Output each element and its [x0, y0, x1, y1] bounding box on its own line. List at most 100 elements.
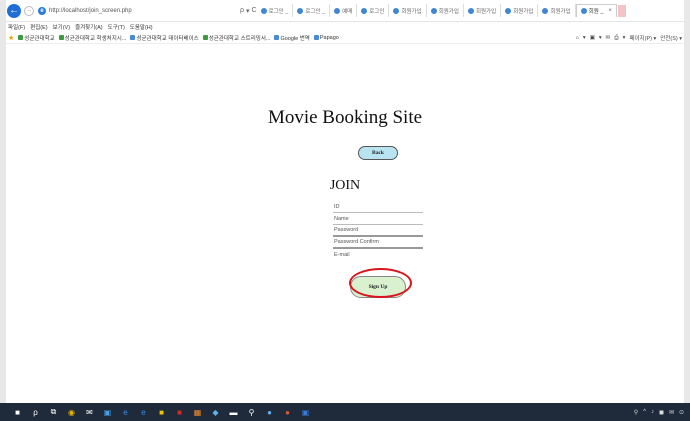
browser-tab[interactable]: 회원가입: [501, 4, 539, 17]
ie-logo-icon: e: [38, 6, 46, 15]
tab-ie-icon: [430, 7, 437, 14]
favorites-bar: ★ 성균관대학교 성균관대학교 학생처지시... 성균관대학교 데이터베이스 성…: [6, 32, 684, 44]
url-bar[interactable]: e http://localhost/join_screen.php: [38, 4, 238, 18]
highlight-annotation-ring: [349, 268, 412, 298]
tab-strip: 로그인 _ 로그인 _ 예매 로그인 회원가입 회원가입 회원가입 회원가입 회…: [257, 4, 626, 18]
favorites-star-icon[interactable]: ★: [8, 34, 14, 42]
browser-tab-active[interactable]: 회원 _ ×: [575, 4, 617, 17]
calculator-icon[interactable]: ▦: [193, 408, 202, 417]
message-icon[interactable]: ✉: [669, 409, 674, 416]
browser-tab[interactable]: 회원가입: [538, 4, 576, 17]
show-hidden-icon[interactable]: ^: [643, 409, 646, 415]
sticky-notes-icon[interactable]: ■: [157, 408, 166, 417]
menu-favorites[interactable]: 즐겨찾기(A): [75, 23, 103, 31]
site-icon: [274, 35, 280, 40]
browser-tab[interactable]: 예매: [330, 4, 358, 17]
site-icon: [313, 35, 319, 40]
site-icon: [58, 35, 64, 40]
site-icon: [130, 35, 136, 40]
system-tray: ⚲ ^ ♪ ◼ ✉ ⊙: [634, 403, 684, 421]
tab-ie-icon: [334, 7, 341, 14]
favorite-link[interactable]: 성균관대학교 학생처지시...: [58, 34, 126, 42]
tab-ie-icon: [467, 7, 474, 14]
site-title: Movie Booking Site: [267, 107, 423, 128]
browser-tab[interactable]: 회원가입: [464, 4, 502, 17]
menu-edit[interactable]: 편집(E): [30, 23, 47, 31]
tab-ie-icon: [505, 7, 512, 14]
battery-icon[interactable]: ◼: [659, 409, 664, 416]
url-text[interactable]: http://localhost/join_screen.php: [49, 8, 132, 14]
site-icon: [18, 35, 24, 40]
url-controls: ρ ▾ C: [240, 7, 257, 15]
menu-bar: 파일(F) 편집(E) 보기(V) 즐겨찾기(A) 도구(T) 도움말(H): [6, 22, 684, 32]
email-field[interactable]: E-mail: [333, 249, 423, 261]
browser-tab[interactable]: 회원가입: [427, 4, 464, 17]
home-dropdown[interactable]: ▾: [583, 35, 586, 41]
favorite-link[interactable]: Papago: [313, 35, 339, 41]
store-icon[interactable]: ▣: [103, 408, 112, 417]
browser-tab[interactable]: 로그인 _: [293, 4, 331, 17]
password-field[interactable]: Password: [333, 225, 423, 237]
safety-menu[interactable]: 안전(S) ▾: [660, 34, 682, 42]
close-tab-icon[interactable]: ×: [608, 8, 612, 14]
tab-ie-icon: [580, 8, 587, 14]
page-menu[interactable]: 페이지(P) ▾: [629, 34, 656, 42]
tab-ie-icon: [393, 7, 400, 14]
taskbar-icons: ■ ρ ⧉ ◉ ✉ ▣ e e ■ ■ ▦ ◆ ▬ ⚲ ● ● ▣: [13, 407, 310, 417]
menu-tools[interactable]: 도구(T): [108, 23, 125, 31]
magnifier-icon[interactable]: ⚲: [247, 408, 256, 417]
dropdown-icon[interactable]: ▾: [246, 7, 250, 15]
menu-help[interactable]: 도움말(H): [130, 23, 153, 31]
terminal-icon[interactable]: ▬: [229, 408, 238, 417]
favorite-link[interactable]: 성균관대학교: [18, 34, 55, 42]
favorite-link[interactable]: 성균관대학교 스트리밍서...: [202, 34, 270, 42]
people-icon[interactable]: ⚲: [634, 409, 638, 416]
mail-icon[interactable]: ✉: [85, 408, 94, 417]
browser-tab[interactable]: 로그인 _: [257, 4, 294, 17]
id-field[interactable]: ID: [333, 201, 423, 213]
site-icon: [202, 35, 208, 40]
menu-file[interactable]: 파일(F): [8, 23, 25, 31]
windows-taskbar: ■ ρ ⧉ ◉ ✉ ▣ e e ■ ■ ▦ ◆ ▬ ⚲ ● ● ▣ ⚲ ^ ♪ …: [0, 403, 690, 421]
page-content: Movie Booking Site Back JOIN ID Name Pas…: [6, 45, 684, 403]
join-heading: JOIN: [329, 178, 361, 193]
print-dropdown[interactable]: ▾: [623, 35, 626, 41]
mail-icon[interactable]: ✉: [606, 35, 611, 41]
app-icon[interactable]: ●: [265, 408, 274, 417]
notification-icon[interactable]: ⊙: [679, 409, 684, 416]
print-icon[interactable]: ⎙: [614, 35, 618, 42]
acrobat-icon[interactable]: ■: [175, 408, 184, 417]
word-icon[interactable]: ▣: [301, 408, 310, 417]
new-tab-button[interactable]: [617, 4, 626, 17]
task-view-icon[interactable]: ⧉: [49, 407, 58, 417]
browser-window: ← → e http://localhost/join_screen.php ρ…: [6, 0, 684, 403]
tab-ie-icon: [542, 7, 549, 14]
volume-icon[interactable]: ♪: [651, 409, 654, 415]
chrome-icon[interactable]: ◉: [67, 408, 76, 417]
back-arrow-icon[interactable]: ←: [7, 3, 21, 18]
feeds-dropdown[interactable]: ▾: [599, 35, 602, 41]
browser-tab[interactable]: 회원가입: [389, 4, 427, 17]
back-button[interactable]: Back: [358, 146, 398, 160]
search-icon[interactable]: ρ: [31, 408, 40, 417]
edge-icon[interactable]: e: [121, 408, 130, 417]
command-bar: ⌂ ▾ ▣ ▾ ✉ ⎙ ▾ 페이지(P) ▾ 안전(S) ▾: [576, 32, 682, 44]
tab-ie-icon: [260, 7, 267, 14]
search-icon[interactable]: ρ: [240, 7, 244, 15]
name-field[interactable]: Name: [333, 213, 423, 225]
tab-ie-icon: [361, 7, 368, 14]
forward-arrow-icon[interactable]: →: [24, 5, 34, 16]
favorite-link[interactable]: 성균관대학교 데이터베이스: [130, 34, 199, 42]
browser-tab[interactable]: 로그인: [357, 4, 390, 17]
app-icon[interactable]: ●: [283, 408, 292, 417]
ie-icon[interactable]: e: [139, 408, 148, 417]
menu-view[interactable]: 보기(V): [53, 23, 70, 31]
app-icon[interactable]: ◆: [211, 408, 220, 417]
home-icon[interactable]: ⌂: [576, 35, 579, 41]
tab-ie-icon: [297, 7, 304, 14]
start-windows-icon[interactable]: ■: [13, 408, 22, 417]
password-confirm-field[interactable]: Password Confirm: [333, 237, 423, 249]
feeds-icon[interactable]: ▣: [590, 35, 595, 41]
address-bar-row: ← → e http://localhost/join_screen.php ρ…: [6, 0, 684, 22]
favorite-link[interactable]: Google 번역: [274, 34, 310, 42]
